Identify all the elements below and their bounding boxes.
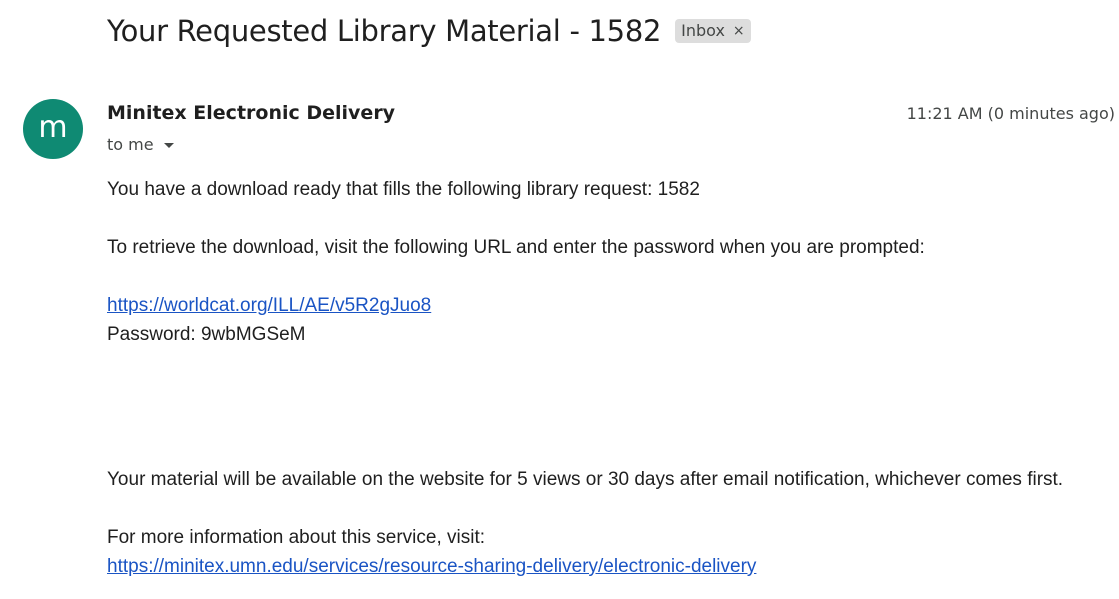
subject-row: Your Requested Library Material - 1582 I…: [107, 14, 751, 48]
label-text: Inbox: [681, 21, 725, 40]
service-info-link[interactable]: https://minitex.umn.edu/services/resourc…: [107, 556, 756, 577]
body-line-instructions: To retrieve the download, visit the foll…: [107, 237, 925, 258]
email-subject: Your Requested Library Material - 1582: [107, 14, 662, 48]
chevron-down-icon[interactable]: [163, 142, 174, 148]
inbox-label-chip[interactable]: Inbox ×: [675, 19, 751, 43]
body-line-request: You have a download ready that fills the…: [107, 179, 700, 200]
sender-name[interactable]: Minitex Electronic Delivery: [107, 102, 395, 124]
body-line-availability: Your material will be available on the w…: [107, 469, 1064, 490]
recipient-details-toggle[interactable]: to me: [107, 135, 174, 154]
remove-label-icon[interactable]: ×: [733, 24, 745, 38]
download-link[interactable]: https://worldcat.org/ILL/AE/v5R2gJuo8: [107, 295, 431, 316]
email-body: You have a download ready that fills the…: [107, 175, 1107, 581]
body-line-more-info: For more information about this service,…: [107, 527, 486, 548]
sender-avatar[interactable]: m: [23, 99, 83, 159]
avatar-letter: m: [38, 109, 68, 145]
email-timestamp: 11:21 AM (0 minutes ago): [906, 104, 1115, 123]
download-password: Password: 9wbMGSeM: [107, 324, 306, 345]
recipient-text: to me: [107, 135, 154, 154]
